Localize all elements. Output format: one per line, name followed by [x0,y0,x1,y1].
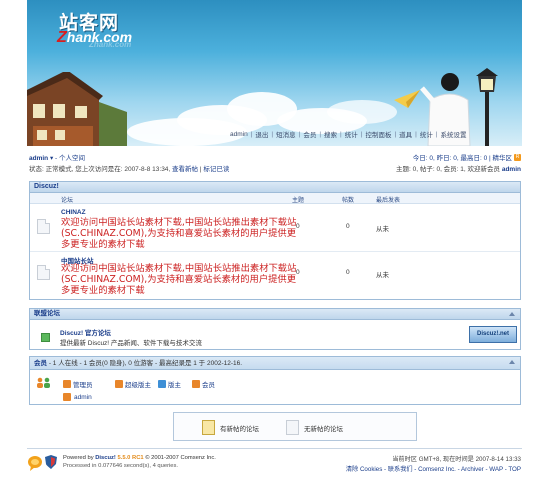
col-forum: 论坛 [61,198,74,204]
footer-links[interactable]: 清除 Cookies - 联系我们 - Comsenz Inc. - Archi… [346,464,521,473]
timezone-info: 当前时区 GMT+8, 现在时间是 2007-8-14 13:33 [392,456,521,463]
top-nav: admin | 退出 | 短消息 | 会员 | 搜索 | 统计 | 控制面板 | 道具 | 统计 | 系统设置 [227,128,470,140]
online-label[interactable]: 会员 [34,360,47,367]
nav-item[interactable]: admin [227,131,251,138]
admin-icon [63,393,71,401]
forum-status-icon [37,219,50,234]
processed-time: Processed in 0.077646 second(s), 4 queri… [63,463,179,469]
shield-icon [45,455,57,469]
column-header: 论坛 主题 帖数 最后发表 [30,193,520,204]
powered-by: Powered by Discuz! 5.5.0 RC1 © 2001-2007… [63,455,216,461]
legend-admin: 管理员 [63,379,93,389]
nav-item[interactable]: 控制面板 [362,129,394,139]
nav-item[interactable]: 搜索 [321,129,340,139]
street-lamp-illustration [476,68,498,146]
forum-topics: 0 [296,223,300,230]
collapse-icon[interactable] [509,360,515,364]
forum-description: 欢迎访问中国站长站素材下载,中国站长站推出素材下载站(SC.CHINAZ.COM… [61,263,297,296]
cloud [327,100,397,124]
dropdown-arrow-icon[interactable]: ▾ [50,155,53,162]
view-new-link[interactable]: 查看新帖 [172,166,198,173]
forum-status-icon [37,265,50,280]
forum-topics: 0 [296,269,300,276]
header-banner: 站客网 Zhank.com Zhank.com admin | 退出 | 短消息 | 会员 |… [27,0,522,146]
forum-name-link[interactable]: CHINAZ [61,209,86,216]
legend-mod: 版主 [158,379,181,389]
forum-category-box: Discuz! 论坛 主题 帖数 最后发表 CHINAZ 欢迎访问中国站长站素材… [29,181,521,300]
nav-item[interactable]: 统计 [417,129,436,139]
legend-new-posts: 有新帖的论坛 [202,420,259,435]
online-summary: 会员 - 1 人在线 - 1 会员(0 隐身), 0 位游客 - 最高纪录是 1… [30,357,520,370]
online-user[interactable]: admin [63,393,92,401]
discuz-link[interactable]: Discuz! [95,455,116,461]
col-posts: 帖数 [342,198,355,204]
paper-plane-icon [394,90,420,108]
users-group-icon [37,377,50,388]
nav-item[interactable]: 系统设置 [438,129,470,139]
forum-description: 欢迎访问中国站长站素材下载,中国站长站推出素材下载站(SC.CHINAZ.COM… [61,217,297,250]
super-moderator-icon [115,380,123,388]
legend-member: 会员 [192,379,215,389]
status-line: 状态: 正常模式, 您上次访问是在: 2007-8-8 13:34, 查看新帖 … [29,166,230,173]
discuz-banner-link[interactable]: Discuz!.net [469,326,517,343]
forum-posts: 0 [346,223,350,230]
forum-posts: 0 [346,269,350,276]
admin-icon [63,380,71,388]
discuz-logo-icon [28,456,42,471]
legend-super-mod: 超级版主 [115,379,151,389]
rss-icon[interactable]: R [514,153,521,161]
nav-item[interactable]: 退出 [252,129,271,139]
moderator-icon [158,380,166,388]
user-links: admin ▾ - 个人空间 [29,155,86,162]
partners-title: 联盟论坛 [30,309,520,320]
house-illustration [27,72,127,146]
nav-item[interactable]: 道具 [396,129,415,139]
forum-row: 中国站长站 欢迎访问中国站长站素材下载,中国站长站推出素材下载站(SC.CHIN… [30,252,520,297]
category-title[interactable]: Discuz! [30,182,520,193]
user-bar: admin ▾ - 个人空间 状态: 正常模式, 您上次访问是在: 2007-8… [29,152,521,173]
mark-read-link[interactable]: 标记已读 [203,166,229,173]
online-members-box: 会员 - 1 人在线 - 1 会员(0 隐身), 0 位游客 - 最高纪录是 1… [29,356,521,405]
partner-forums-box: 联盟论坛 Discuz! 官方论坛 提供最新 Discuz! 产品新闻、软件下载… [29,308,521,350]
no-new-posts-icon [286,420,299,435]
nav-item[interactable]: 统计 [342,129,361,139]
forum-last-post: 从未 [376,272,389,279]
legend-no-new: 无新帖的论坛 [286,420,343,435]
col-last-post: 最后发表 [376,198,401,204]
version-text: 5.5.0 RC1 [117,455,144,461]
nav-item[interactable]: 会员 [300,129,319,139]
footer: Powered by Discuz! 5.5.0 RC1 © 2001-2007… [27,448,522,476]
partner-link[interactable]: Discuz! 官方论坛 [60,327,111,337]
new-posts-icon [202,420,215,435]
forum-row: CHINAZ 欢迎访问中国站长站素材下载,中国站长站推出素材下载站(SC.CHI… [30,206,520,251]
collapse-icon[interactable] [509,312,515,316]
col-topics: 主题 [292,198,305,204]
forum-last-post: 从未 [376,226,389,233]
partner-description: 提供最新 Discuz! 产品新闻、软件下载与技术交流 [60,340,202,347]
topic-stats: 主题: 0, 帖子: 0, 会员: 1, 欢迎新会员 admin [396,166,521,173]
forum-icon-legend: 有新帖的论坛 无新帖的论坛 [173,412,417,441]
logo-reflection: Zhank.com [89,40,132,49]
partner-forum-icon [41,333,50,342]
new-member-link[interactable]: admin [502,166,521,173]
space-link[interactable]: 个人空间 [59,155,85,162]
stats-line: 今日: 0, 昨日: 0, 最高日: 0 | 精华区 R [412,153,521,162]
nav-item[interactable]: 短消息 [273,129,299,139]
member-icon [192,380,200,388]
username-link[interactable]: admin [29,155,48,162]
